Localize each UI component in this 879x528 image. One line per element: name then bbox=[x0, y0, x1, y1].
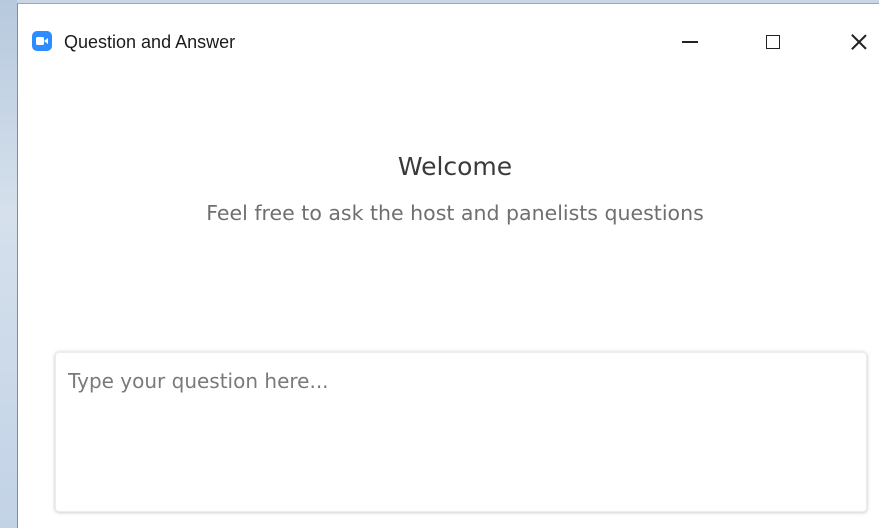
title-bar[interactable]: Question and Answer bbox=[18, 4, 879, 80]
maximize-icon bbox=[766, 35, 780, 49]
question-input-container[interactable] bbox=[55, 352, 867, 512]
desktop-background bbox=[0, 0, 17, 528]
close-button[interactable] bbox=[839, 24, 879, 60]
camera-body-shape bbox=[36, 37, 44, 45]
minimize-icon bbox=[682, 41, 698, 43]
welcome-subtitle: Feel free to ask the host and panelists … bbox=[206, 201, 704, 225]
camera-lens-shape bbox=[44, 38, 48, 44]
qa-window: Question and Answer Welcome Feel free to… bbox=[17, 3, 879, 528]
welcome-heading: Welcome bbox=[397, 152, 513, 181]
window-title: Question and Answer bbox=[64, 32, 236, 52]
close-icon bbox=[850, 33, 868, 51]
zoom-camera-icon bbox=[32, 31, 52, 51]
minimize-button[interactable] bbox=[670, 24, 710, 60]
question-input[interactable] bbox=[66, 367, 860, 501]
maximize-button[interactable] bbox=[753, 24, 793, 60]
